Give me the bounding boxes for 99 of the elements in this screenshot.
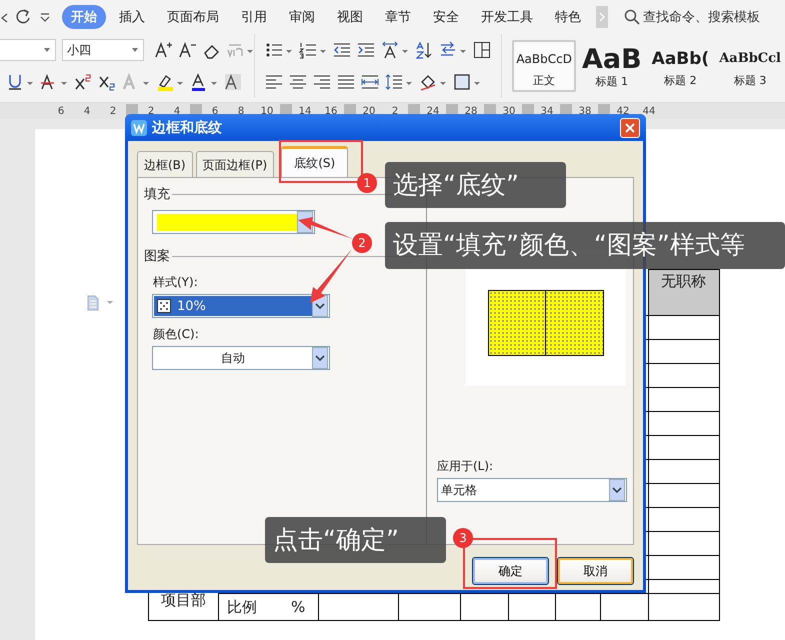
highlighter-icon[interactable]: [156, 73, 184, 91]
ribbon-tab[interactable]: 页面布局: [158, 5, 228, 29]
field-label: 颜色(C):: [153, 326, 200, 343]
ribbon-tab[interactable]: 视图: [328, 5, 372, 29]
ruler-number: 2: [108, 106, 118, 116]
percent-sign: %: [291, 598, 306, 616]
ruler-number: 42: [616, 106, 630, 116]
ruler-number: 24: [426, 106, 440, 116]
dialog-tab[interactable]: 页面边框(P): [196, 151, 274, 177]
ruler-number: 44: [642, 106, 656, 116]
ruler-number: 2: [146, 106, 156, 116]
ruler-number: 14: [298, 106, 312, 116]
app-logo-icon: [131, 120, 147, 136]
ribbon-tab[interactable]: 安全: [424, 5, 468, 29]
superscript-icon[interactable]: [74, 73, 92, 91]
ribbon-tab[interactable]: 引用: [232, 5, 276, 29]
justify-icon[interactable]: [337, 73, 355, 91]
font-size-field[interactable]: 小四: [62, 39, 144, 61]
increase-indent-icon[interactable]: [357, 41, 375, 59]
redo-icon[interactable]: [14, 8, 32, 26]
caret-icon: [43, 46, 51, 54]
style-label: 正文: [533, 73, 556, 88]
dialog-title: 边框和底纹: [152, 118, 223, 136]
fill-color-dropdown[interactable]: [152, 210, 315, 234]
dialog-button[interactable]: 确定: [472, 557, 549, 585]
align-right-icon[interactable]: [313, 73, 331, 91]
paint-bucket-icon[interactable]: [419, 73, 447, 91]
ribbon-tab[interactable]: 审阅: [280, 5, 324, 29]
pattern-color-dropdown[interactable]: 自动: [152, 346, 330, 370]
shrink-font-icon[interactable]: [178, 41, 196, 59]
ruler-number: 16: [324, 106, 338, 116]
pattern-style-value: 10%: [177, 298, 206, 314]
field-label: 样式(Y):: [153, 274, 199, 291]
ruler-number: 34: [540, 106, 554, 116]
table-header-cell: 无职称: [648, 270, 719, 316]
ribbon-tab[interactable]: 插入: [110, 5, 154, 29]
ruler-number: 4: [172, 106, 182, 116]
group-label: 图案: [144, 248, 170, 265]
ruler-number: 8: [236, 106, 246, 116]
ruler-number: 20: [362, 106, 376, 116]
strikethrough-icon[interactable]: [40, 73, 68, 91]
align-left-icon[interactable]: [265, 73, 283, 91]
style-preview: AaBb(: [652, 48, 710, 70]
style-label: 标题 1: [596, 74, 628, 89]
ruler-number: 6: [56, 106, 66, 116]
ruler-number: 10: [260, 106, 274, 116]
style-label: 标题 2: [664, 73, 697, 88]
font-name-field[interactable]: [0, 39, 56, 61]
callout-text: 设置“填充”颜色、“图案”样式等: [393, 230, 745, 259]
dialog-button[interactable]: 取消: [557, 557, 634, 585]
character-shading-icon[interactable]: [224, 73, 242, 91]
distributed-icon[interactable]: [361, 73, 379, 91]
bullet-list-icon[interactable]: [265, 41, 293, 59]
dialog-tab[interactable]: 边框(B): [137, 151, 193, 177]
ribbon-tab[interactable]: 章节: [376, 5, 420, 29]
callout-text: 选择“底纹”: [393, 170, 519, 199]
grow-font-icon[interactable]: [154, 41, 172, 59]
ruler-number: 6: [210, 106, 220, 116]
decrease-indent-icon[interactable]: [333, 41, 351, 59]
search-icon: [624, 9, 640, 25]
font-size-value: 小四: [67, 42, 91, 58]
style-preview: AaBbCcl: [719, 50, 781, 68]
dropdown-value: 单元格: [440, 482, 477, 498]
ribbon-tab[interactable]: 特色: [546, 5, 590, 29]
close-button[interactable]: [620, 118, 640, 138]
style-option[interactable]: AaBbCcD 正文: [512, 40, 576, 92]
pattern-style-dropdown[interactable]: 10%: [152, 294, 330, 318]
style-label: 标题 3: [734, 73, 766, 88]
close-icon: [625, 122, 635, 132]
align-center-icon[interactable]: [289, 73, 307, 91]
table-cell-text: 比例: [227, 598, 257, 616]
ruler-number: 4: [82, 106, 92, 116]
numbered-list-icon[interactable]: [299, 41, 327, 59]
field-label: 应用于(L):: [437, 458, 494, 475]
ribbon-tab[interactable]: 开发工具: [472, 5, 542, 29]
style-option[interactable]: AaBbCcl 标题 3: [715, 40, 785, 92]
dotted-pattern-icon: [157, 299, 171, 313]
apply-to-dropdown[interactable]: 单元格: [437, 478, 627, 502]
search-field[interactable]: 查找命令、搜索模板: [624, 9, 773, 25]
dialog-tab[interactable]: 底纹(S): [281, 146, 348, 177]
table-grid-icon[interactable]: [473, 41, 491, 59]
ruler-number: 30: [502, 106, 516, 116]
text-direction-icon[interactable]: [381, 41, 409, 59]
sort-icon[interactable]: [415, 41, 433, 59]
line-spacing-icon[interactable]: [385, 73, 413, 91]
font-color-icon[interactable]: [190, 73, 218, 91]
ruler-number: 2: [390, 106, 400, 116]
underline-icon[interactable]: [6, 73, 34, 91]
group-label: 填充: [144, 186, 170, 203]
dropdown-value: 自动: [220, 350, 246, 366]
caret-icon: [131, 46, 139, 54]
ruler-number: 28: [464, 106, 478, 116]
callout-text: 点击“确定”: [273, 525, 399, 554]
ruler-number: 38: [578, 106, 592, 116]
border-icon[interactable]: [453, 73, 481, 91]
style-option[interactable]: AaBb( 标题 2: [648, 40, 714, 92]
style-preview: AaB: [582, 44, 642, 74]
style-preview: AaBbCcD: [516, 50, 572, 68]
style-option[interactable]: AaB 标题 1: [578, 40, 646, 92]
